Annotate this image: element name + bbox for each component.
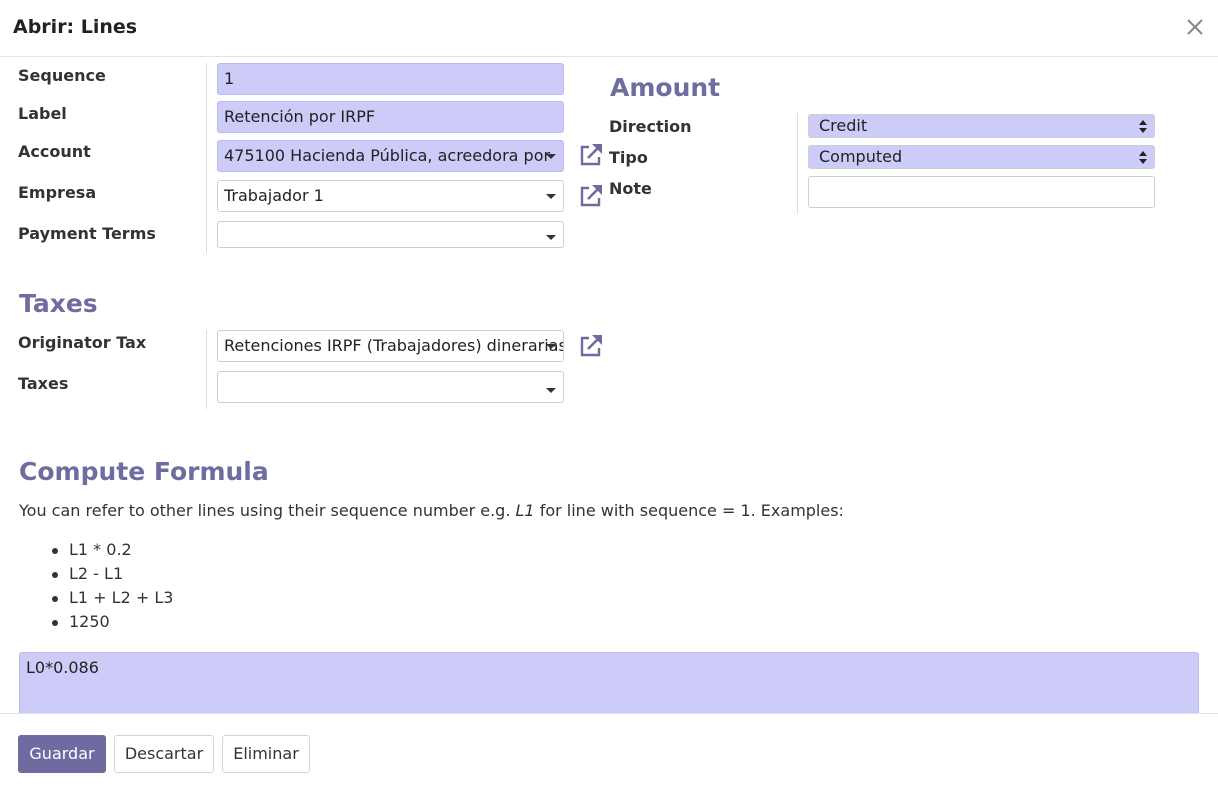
note-input[interactable]: [808, 176, 1155, 208]
empresa-label: Empresa: [18, 183, 97, 202]
tipo-value: Computed: [819, 147, 903, 166]
chevron-down-icon: [546, 235, 556, 240]
compute-formula-value: L0*0.086: [26, 658, 99, 677]
external-link-icon[interactable]: [578, 183, 604, 209]
note-label: Note: [609, 179, 652, 198]
account-value: 475100 Hacienda Pública, acreedora por: [224, 146, 551, 165]
tipo-select[interactable]: Computed: [808, 145, 1155, 169]
dialog: Abrir: Lines Sequence 1 Label Retención …: [0, 0, 1218, 796]
chevron-down-icon: [546, 344, 556, 349]
formula-help-text: You can refer to other lines using their…: [19, 501, 844, 520]
amount-section-title: Amount: [610, 73, 721, 102]
direction-label: Direction: [609, 117, 692, 136]
formula-help-before: You can refer to other lines using their…: [19, 501, 516, 520]
originator-tax-select[interactable]: Retenciones IRPF (Trabajadores) dinerari…: [217, 330, 564, 362]
payment-terms-label: Payment Terms: [18, 224, 156, 243]
select-arrows-icon: [1139, 151, 1147, 164]
close-icon[interactable]: [1182, 14, 1208, 40]
originator-tax-value: Retenciones IRPF (Trabajadores) dinerari…: [224, 336, 564, 355]
sequence-value: 1: [224, 69, 235, 88]
formula-examples-list: L1 * 0.2 L2 - L1 L1 + L2 + L3 1250: [19, 540, 173, 636]
taxes-select[interactable]: [217, 371, 564, 403]
empresa-value: Trabajador 1: [224, 186, 324, 205]
compute-formula-textarea[interactable]: L0*0.086: [19, 652, 1199, 714]
external-link-icon[interactable]: [578, 333, 604, 359]
dialog-footer: Guardar Descartar Eliminar: [0, 713, 1218, 796]
empresa-select[interactable]: Trabajador 1: [217, 180, 564, 212]
account-select[interactable]: 475100 Hacienda Pública, acreedora por: [217, 140, 564, 172]
dialog-header: Abrir: Lines: [0, 0, 1218, 57]
tipo-label: Tipo: [609, 148, 648, 167]
label-label: Label: [18, 104, 67, 123]
dialog-title: Abrir: Lines: [13, 16, 138, 38]
chevron-down-icon: [546, 388, 556, 393]
list-item: L1 * 0.2: [19, 540, 173, 564]
formula-help-example: L1: [515, 501, 535, 520]
label-input[interactable]: Retención por IRPF: [217, 101, 564, 133]
taxes-label: Taxes: [18, 374, 69, 393]
label-value: Retención por IRPF: [224, 107, 376, 126]
list-item: 1250: [19, 612, 173, 636]
group-separator: [206, 330, 207, 409]
sequence-label: Sequence: [18, 66, 106, 85]
sequence-input[interactable]: 1: [217, 63, 564, 95]
external-link-icon[interactable]: [578, 142, 604, 168]
formula-help-after: for line with sequence = 1. Examples:: [534, 501, 844, 520]
select-arrows-icon: [1139, 120, 1147, 133]
discard-button[interactable]: Descartar: [114, 735, 214, 773]
save-button[interactable]: Guardar: [18, 735, 106, 773]
payment-terms-select[interactable]: [217, 221, 564, 248]
taxes-section-title: Taxes: [19, 289, 98, 318]
list-item: L2 - L1: [19, 564, 173, 588]
group-separator: [206, 63, 207, 253]
chevron-down-icon: [546, 194, 556, 199]
direction-value: Credit: [819, 116, 868, 135]
direction-select[interactable]: Credit: [808, 114, 1155, 138]
chevron-down-icon: [546, 154, 556, 159]
originator-tax-label: Originator Tax: [18, 333, 147, 352]
group-separator: [797, 113, 798, 214]
list-item: L1 + L2 + L3: [19, 588, 173, 612]
compute-formula-section-title: Compute Formula: [19, 457, 269, 486]
account-label: Account: [18, 142, 91, 161]
delete-button[interactable]: Eliminar: [222, 735, 310, 773]
